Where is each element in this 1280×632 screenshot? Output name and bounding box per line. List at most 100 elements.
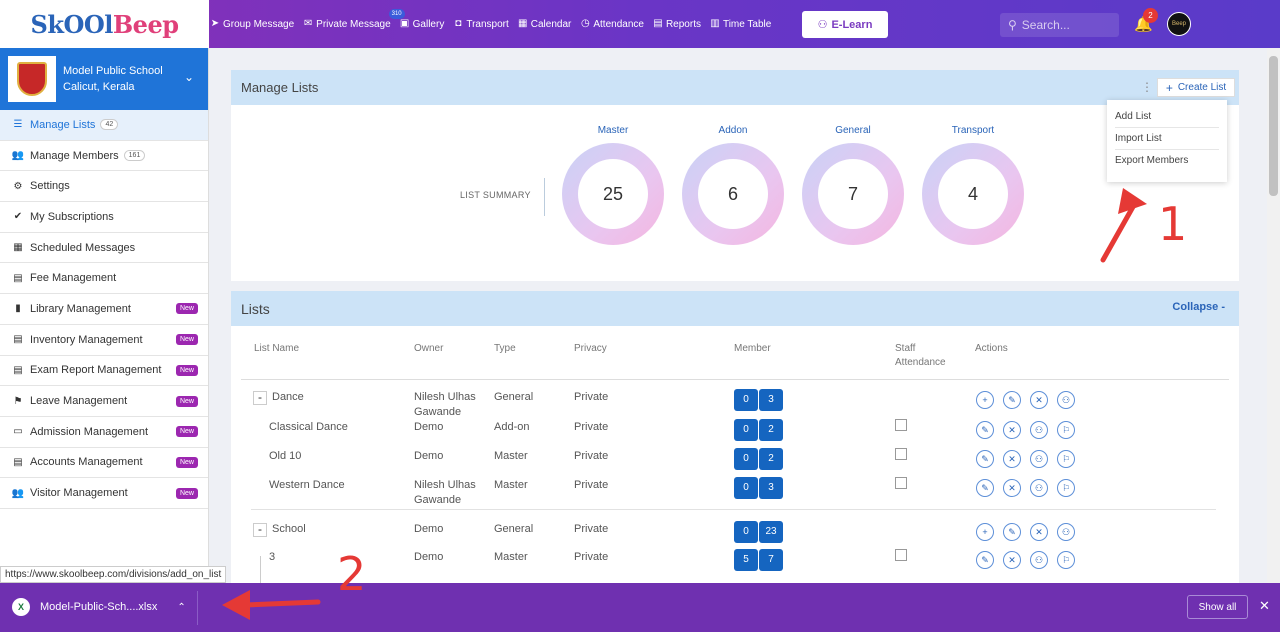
collapse-row-button[interactable]: - — [253, 523, 267, 537]
delete-icon[interactable]: ✕ — [1030, 523, 1048, 541]
edit-icon[interactable]: ✎ — [1003, 523, 1021, 541]
member-count-b: 7 — [759, 549, 783, 571]
edit-icon[interactable]: ✎ — [976, 421, 994, 439]
member-count[interactable]: 02 — [734, 419, 783, 441]
logo[interactable]: SkOOlBeep — [0, 0, 209, 48]
sidebar-item-manage-members[interactable]: 👥 Manage Members 161 — [0, 141, 208, 172]
group-icon[interactable]: ⚇ — [1057, 391, 1075, 409]
school-selector[interactable]: Model Public School Calicut, Kerala ⌄ — [0, 48, 208, 110]
sidebar-item-visitor-management[interactable]: 👥 Visitor Management New — [0, 478, 208, 509]
sidebar-item-leave-management[interactable]: ⚑ Leave Management New — [0, 386, 208, 417]
nav-private-message[interactable]: ✉ Private Message 310 — [303, 8, 405, 30]
attendance-icon[interactable]: ⚐ — [1057, 421, 1075, 439]
delete-icon[interactable]: ✕ — [1003, 421, 1021, 439]
sidebar-item-admission-management[interactable]: ▭ Admission Management New — [0, 417, 208, 448]
shield-icon — [17, 62, 47, 96]
summary-transport[interactable]: Transport 4 — [922, 125, 1024, 245]
download-filename: Model-Public-Sch....xlsx — [40, 601, 158, 613]
cell-type: General — [494, 523, 534, 535]
group-icon[interactable]: ⚇ — [1030, 450, 1048, 468]
sidebar-item-scheduled-messages[interactable]: ▦ Scheduled Messages — [0, 233, 208, 264]
avatar[interactable]: Beep — [1167, 12, 1191, 36]
member-count[interactable]: 02 — [734, 448, 783, 470]
sidebar-item-inventory-management[interactable]: ▤ Inventory Management New — [0, 325, 208, 356]
collapse-row-button[interactable]: - — [253, 391, 267, 405]
sidebar-item-library-management[interactable]: ▮ Library Management New — [0, 294, 208, 325]
group-icon[interactable]: ⚇ — [1030, 421, 1048, 439]
sidebar-item-settings[interactable]: ⚙ Settings — [0, 171, 208, 203]
edit-icon[interactable]: ✎ — [976, 551, 994, 569]
member-count[interactable]: 57 — [734, 549, 783, 571]
header-staff-attendance: Staff Attendance — [895, 343, 946, 368]
header-type: Type — [494, 343, 516, 354]
scrollbar[interactable] — [1267, 48, 1280, 583]
header-actions: Actions — [975, 343, 1008, 354]
nav-group-message[interactable]: ➤ Group Message — [210, 19, 294, 30]
sidebar-item-label: Inventory Management — [30, 333, 143, 346]
summary-master[interactable]: Master 25 — [562, 125, 664, 245]
cell-type: Master — [494, 450, 528, 462]
nav-reports[interactable]: ▤ Reports — [653, 19, 701, 30]
group-icon[interactable]: ⚇ — [1057, 523, 1075, 541]
nav-time-table[interactable]: ▥ Time Table — [710, 19, 771, 30]
list-summary-label: LIST SUMMARY — [460, 190, 531, 200]
collapse-button[interactable]: Collapse - — [1172, 301, 1225, 313]
sidebar-item-my-subscriptions[interactable]: ✔ My Subscriptions — [0, 202, 208, 233]
staff-attendance-checkbox[interactable] — [895, 448, 907, 460]
scroll-thumb[interactable] — [1269, 56, 1278, 196]
summary-addon[interactable]: Addon 6 — [682, 125, 784, 245]
edit-icon[interactable]: ✎ — [1003, 391, 1021, 409]
nav-gallery[interactable]: ▣ Gallery — [400, 19, 444, 30]
sidebar-item-label: My Subscriptions — [30, 210, 114, 223]
edit-icon[interactable]: ✎ — [976, 450, 994, 468]
manage-lists-card: Manage Lists ⋮ + Create List LIST SUMMARY… — [231, 70, 1239, 281]
new-badge: New — [175, 303, 198, 315]
group-icon[interactable]: ⚇ — [1030, 479, 1048, 497]
download-item[interactable]: X Model-Public-Sch....xlsx ⌃ — [12, 598, 186, 616]
delete-icon[interactable]: ✕ — [1003, 479, 1021, 497]
plus-icon: + — [1165, 80, 1173, 95]
cell-owner: Demo — [414, 523, 444, 535]
attendance-icon[interactable]: ⚐ — [1057, 450, 1075, 468]
close-icon[interactable]: ✕ — [1259, 598, 1270, 614]
file-icon: ▤ — [13, 272, 23, 284]
report-icon: ▤ — [653, 18, 663, 29]
search-input[interactable]: ⚲ Search... — [1000, 13, 1119, 37]
kebab-menu-icon[interactable]: ⋮ — [1141, 80, 1153, 94]
create-list-button[interactable]: + Create List — [1157, 78, 1235, 97]
summary-general[interactable]: General 7 — [802, 125, 904, 245]
book-icon: ▮ — [15, 303, 21, 315]
staff-attendance-checkbox[interactable] — [895, 419, 907, 431]
chevron-down-icon[interactable]: ⌄ — [184, 70, 194, 84]
staff-attendance-checkbox[interactable] — [895, 477, 907, 489]
member-count[interactable]: 0 23 — [734, 521, 783, 543]
attendance-icon[interactable]: ⚐ — [1057, 551, 1075, 569]
sidebar-item-accounts-management[interactable]: ▤ Accounts Management New — [0, 448, 208, 479]
plus-icon[interactable]: + — [976, 523, 994, 541]
elearn-button[interactable]: ⚇ E-Learn — [802, 11, 888, 38]
delete-icon[interactable]: ✕ — [1030, 391, 1048, 409]
sidebar-item-exam-report-management[interactable]: ▤ Exam Report Management New — [0, 356, 208, 387]
staff-attendance-checkbox[interactable] — [895, 549, 907, 561]
nav-attendance[interactable]: ◷ Attendance — [580, 19, 644, 30]
chevron-up-icon[interactable]: ⌃ — [177, 602, 185, 613]
member-count[interactable]: 03 — [734, 477, 783, 499]
dropdown-add-list[interactable]: Add List — [1115, 106, 1219, 128]
calendar-icon: ▦ — [518, 18, 528, 29]
delete-icon[interactable]: ✕ — [1003, 450, 1021, 468]
sidebar-item-manage-lists[interactable]: ☰ Manage Lists 42 — [0, 110, 208, 141]
member-count[interactable]: 03 — [734, 389, 783, 411]
show-all-button[interactable]: Show all — [1187, 595, 1248, 619]
delete-icon[interactable]: ✕ — [1003, 551, 1021, 569]
dropdown-export-members[interactable]: Export Members — [1115, 150, 1219, 172]
member-count-b: 23 — [759, 521, 783, 543]
plus-icon[interactable]: + — [976, 391, 994, 409]
nav-calendar[interactable]: ▦ Calendar — [518, 18, 571, 30]
attendance-icon[interactable]: ⚐ — [1057, 479, 1075, 497]
edit-icon[interactable]: ✎ — [976, 479, 994, 497]
cell-name: Dance — [272, 391, 304, 403]
sidebar-item-fee-management[interactable]: ▤ Fee Management — [0, 263, 208, 295]
group-icon[interactable]: ⚇ — [1030, 551, 1048, 569]
dropdown-import-list[interactable]: Import List — [1115, 128, 1219, 150]
nav-transport[interactable]: ◘ Transport — [453, 19, 508, 30]
